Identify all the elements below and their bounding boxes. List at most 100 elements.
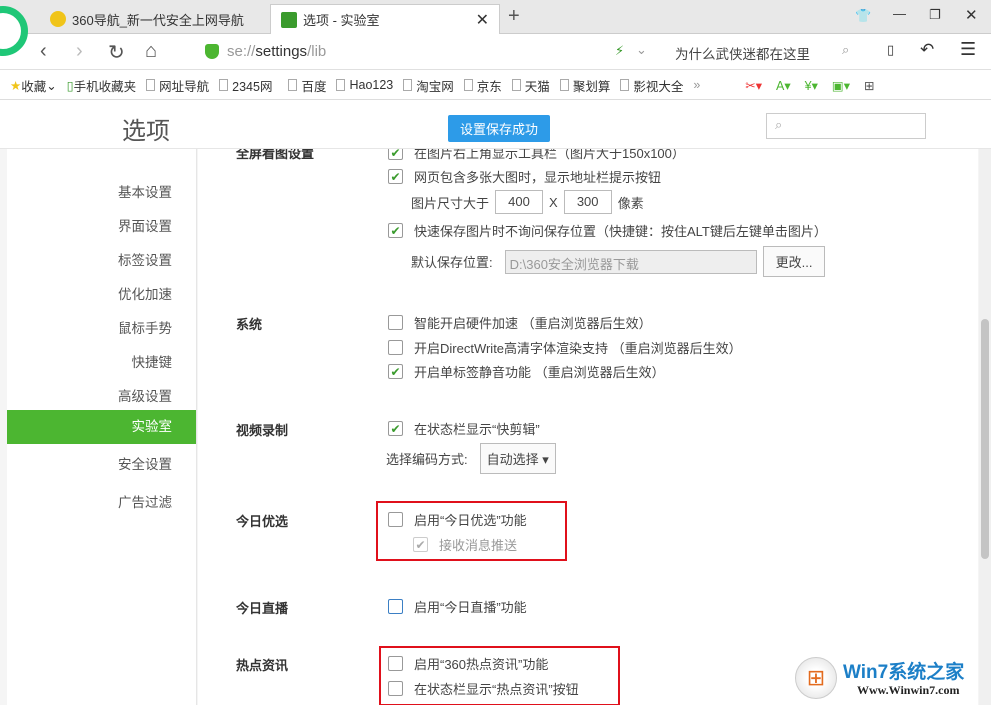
bookmark-label: 京东 [476, 79, 502, 94]
page-title: 选项 [122, 118, 170, 145]
settings-content: 全屏看图设置 ✔ 在图片右上角显示工具栏（图片大于150x100） ✔ 网页包含多张… [198, 149, 978, 705]
sidebar-item-mouse-gestures[interactable]: 鼠标手势 [118, 317, 172, 337]
checkbox[interactable]: ✔ [388, 169, 403, 184]
url-scheme: se:// [227, 43, 256, 60]
option-row[interactable]: ✔ 网页包含多张大图时，显示地址栏提示按钮 [388, 167, 661, 186]
money-shield-icon[interactable]: ¥▾ [805, 78, 818, 93]
bookmark-label: 天猫 [524, 79, 550, 94]
sidebar-item-interface[interactable]: 界面设置 [118, 215, 172, 235]
section-label: 今日直播 [236, 601, 289, 616]
checkbox[interactable] [388, 681, 403, 696]
home-button[interactable]: ⌂ [145, 40, 157, 63]
sidebar-item-basic[interactable]: 基本设置 [118, 181, 172, 201]
section-label: 系统 [236, 317, 263, 332]
reload-button[interactable]: ↻ [108, 40, 125, 65]
sidebar-item-tabs[interactable]: 标签设置 [118, 249, 172, 269]
lightning-icon[interactable]: ⚡ [615, 43, 624, 59]
bookmark-label: 聚划算 [572, 79, 611, 94]
phone-icon[interactable]: ▯ [887, 42, 894, 58]
url-host: settings [255, 43, 308, 60]
option-row[interactable]: ✔ 在图片右上角显示工具栏（图片大于150x100） [388, 149, 685, 162]
sidebar-item-shortcuts[interactable]: 快捷键 [132, 351, 173, 371]
bookmark-item[interactable]: 网址导航 [146, 76, 209, 95]
minimize-button[interactable]: — [893, 6, 906, 21]
tab-label: 选项 - 实验室 [303, 13, 380, 28]
search-icon[interactable]: ⌕ [842, 42, 849, 58]
sidebar-item-security[interactable]: 安全设置 [118, 453, 172, 473]
option-row[interactable]: ✔ 快速保存图片时不询问保存位置（快捷键：按住ALT键后左键单击图片） [388, 221, 827, 240]
watermark-url: Www.Winwin7.com [857, 683, 960, 697]
checkbox[interactable]: ✔ [388, 364, 403, 379]
bookmark-item[interactable]: 京东 [463, 76, 502, 95]
sidebar-item-lab[interactable]: 实验室 [7, 410, 196, 444]
scissors-icon[interactable]: ✂▾ [745, 78, 762, 93]
bookmark-item[interactable]: 聚划算 [559, 76, 611, 95]
sidebar-item-optimize[interactable]: 优化加速 [118, 283, 172, 303]
bookmark-item[interactable]: 2345网 [219, 76, 272, 95]
checkbox[interactable]: ✔ [388, 223, 403, 238]
option-label: 开启单标签静音功能 （重启浏览器后生效） [414, 365, 665, 380]
back-button[interactable]: ‹ [40, 40, 47, 63]
codec-select[interactable]: 自动选择 ▾ [479, 443, 556, 474]
close-tab-icon[interactable]: ✕ [476, 10, 489, 30]
checkbox[interactable] [388, 512, 403, 527]
section-label: 全屏看图设置 [236, 149, 315, 161]
sidebar-item-adblock[interactable]: 广告过滤 [118, 491, 172, 511]
close-window-button[interactable]: ✕ [965, 6, 978, 24]
tab-options-lab[interactable]: 选项 - 实验室 ✕ [270, 4, 500, 34]
change-path-button[interactable]: 更改... [762, 246, 826, 277]
skin-icon[interactable]: 👕 [855, 8, 871, 24]
bookmark-item[interactable]: 天猫 [511, 76, 550, 95]
option-row[interactable]: 启用“今日直播”功能 [388, 597, 527, 616]
option-row[interactable]: 启用“今日优选”功能 [388, 510, 527, 529]
checkbox[interactable] [388, 340, 403, 355]
url-path: /lib [307, 43, 327, 60]
option-label: 在状态栏显示“快剪辑” [414, 422, 540, 437]
chevron-down-icon[interactable]: ⌄ [636, 42, 647, 58]
checkbox[interactable]: ✔ [388, 149, 403, 160]
address-bar[interactable]: se://settings/lib [205, 43, 326, 60]
undo-icon[interactable]: ↶ [920, 40, 934, 60]
option-row[interactable]: 智能开启硬件加速 （重启浏览器后生效） [388, 313, 652, 332]
restore-button[interactable]: ❐ [929, 7, 941, 23]
apps-icon[interactable]: ⊞ [864, 78, 874, 93]
scrollbar[interactable] [979, 149, 991, 705]
settings-search-input[interactable]: ⌕ [766, 113, 926, 139]
option-row[interactable]: ✔ 在状态栏显示“快剪辑” [388, 419, 540, 438]
bookmark-label: 影视大全 [633, 79, 684, 94]
translate-icon[interactable]: A▾ [776, 78, 791, 93]
option-row[interactable]: ✔ 开启单标签静音功能 （重启浏览器后生效） [388, 362, 665, 381]
bookmark-item[interactable]: 淘宝网 [403, 76, 454, 95]
checkbox[interactable] [388, 315, 403, 330]
bookmark-mobile[interactable]: ▯ 手机收藏夹 [67, 76, 136, 95]
checkbox[interactable] [388, 656, 403, 671]
forward-button[interactable]: › [76, 40, 83, 63]
sidebar-item-advanced[interactable]: 高级设置 [118, 385, 172, 405]
bookmark-favorites[interactable]: ★ 收藏 ⌄ [10, 76, 57, 95]
option-row[interactable]: 启用“360热点资讯”功能 [388, 654, 548, 673]
width-input[interactable]: 400 [495, 190, 544, 214]
menu-icon[interactable]: ☰ [960, 39, 976, 60]
height-input[interactable]: 300 [563, 190, 612, 214]
tab-360-nav[interactable]: 360导航_新一代安全上网导航 [40, 4, 268, 34]
star-icon: ★ [10, 78, 22, 93]
bookmark-item[interactable]: 百度 [288, 76, 326, 95]
bookmark-label: 淘宝网 [416, 79, 454, 94]
shield-icon [205, 44, 219, 59]
option-row[interactable]: 在状态栏显示“热点资讯”按钮 [388, 679, 579, 698]
save-path-input: D:\360安全浏览器下载 [504, 249, 757, 274]
section-label: 视频录制 [236, 423, 289, 438]
scrollbar-thumb[interactable] [981, 319, 989, 559]
checkbox[interactable] [388, 599, 403, 614]
search-input[interactable]: 为什么武侠迷都在这里 [675, 43, 810, 63]
new-tab-button[interactable]: + [508, 5, 520, 28]
bookmark-label: 收藏 [21, 79, 47, 94]
bookmark-item[interactable]: Hao123 [336, 78, 393, 92]
option-label: 接收消息推送 [439, 538, 518, 553]
more-bookmarks-button[interactable]: » [693, 78, 700, 92]
checkbox: ✔ [413, 537, 428, 552]
checkbox[interactable]: ✔ [388, 421, 403, 436]
bookmark-item[interactable]: 影视大全 [620, 76, 683, 95]
option-row[interactable]: 开启DirectWrite高清字体渲染支持 （重启浏览器后生效） [388, 338, 742, 357]
gamepad-icon[interactable]: ▣▾ [832, 78, 850, 93]
